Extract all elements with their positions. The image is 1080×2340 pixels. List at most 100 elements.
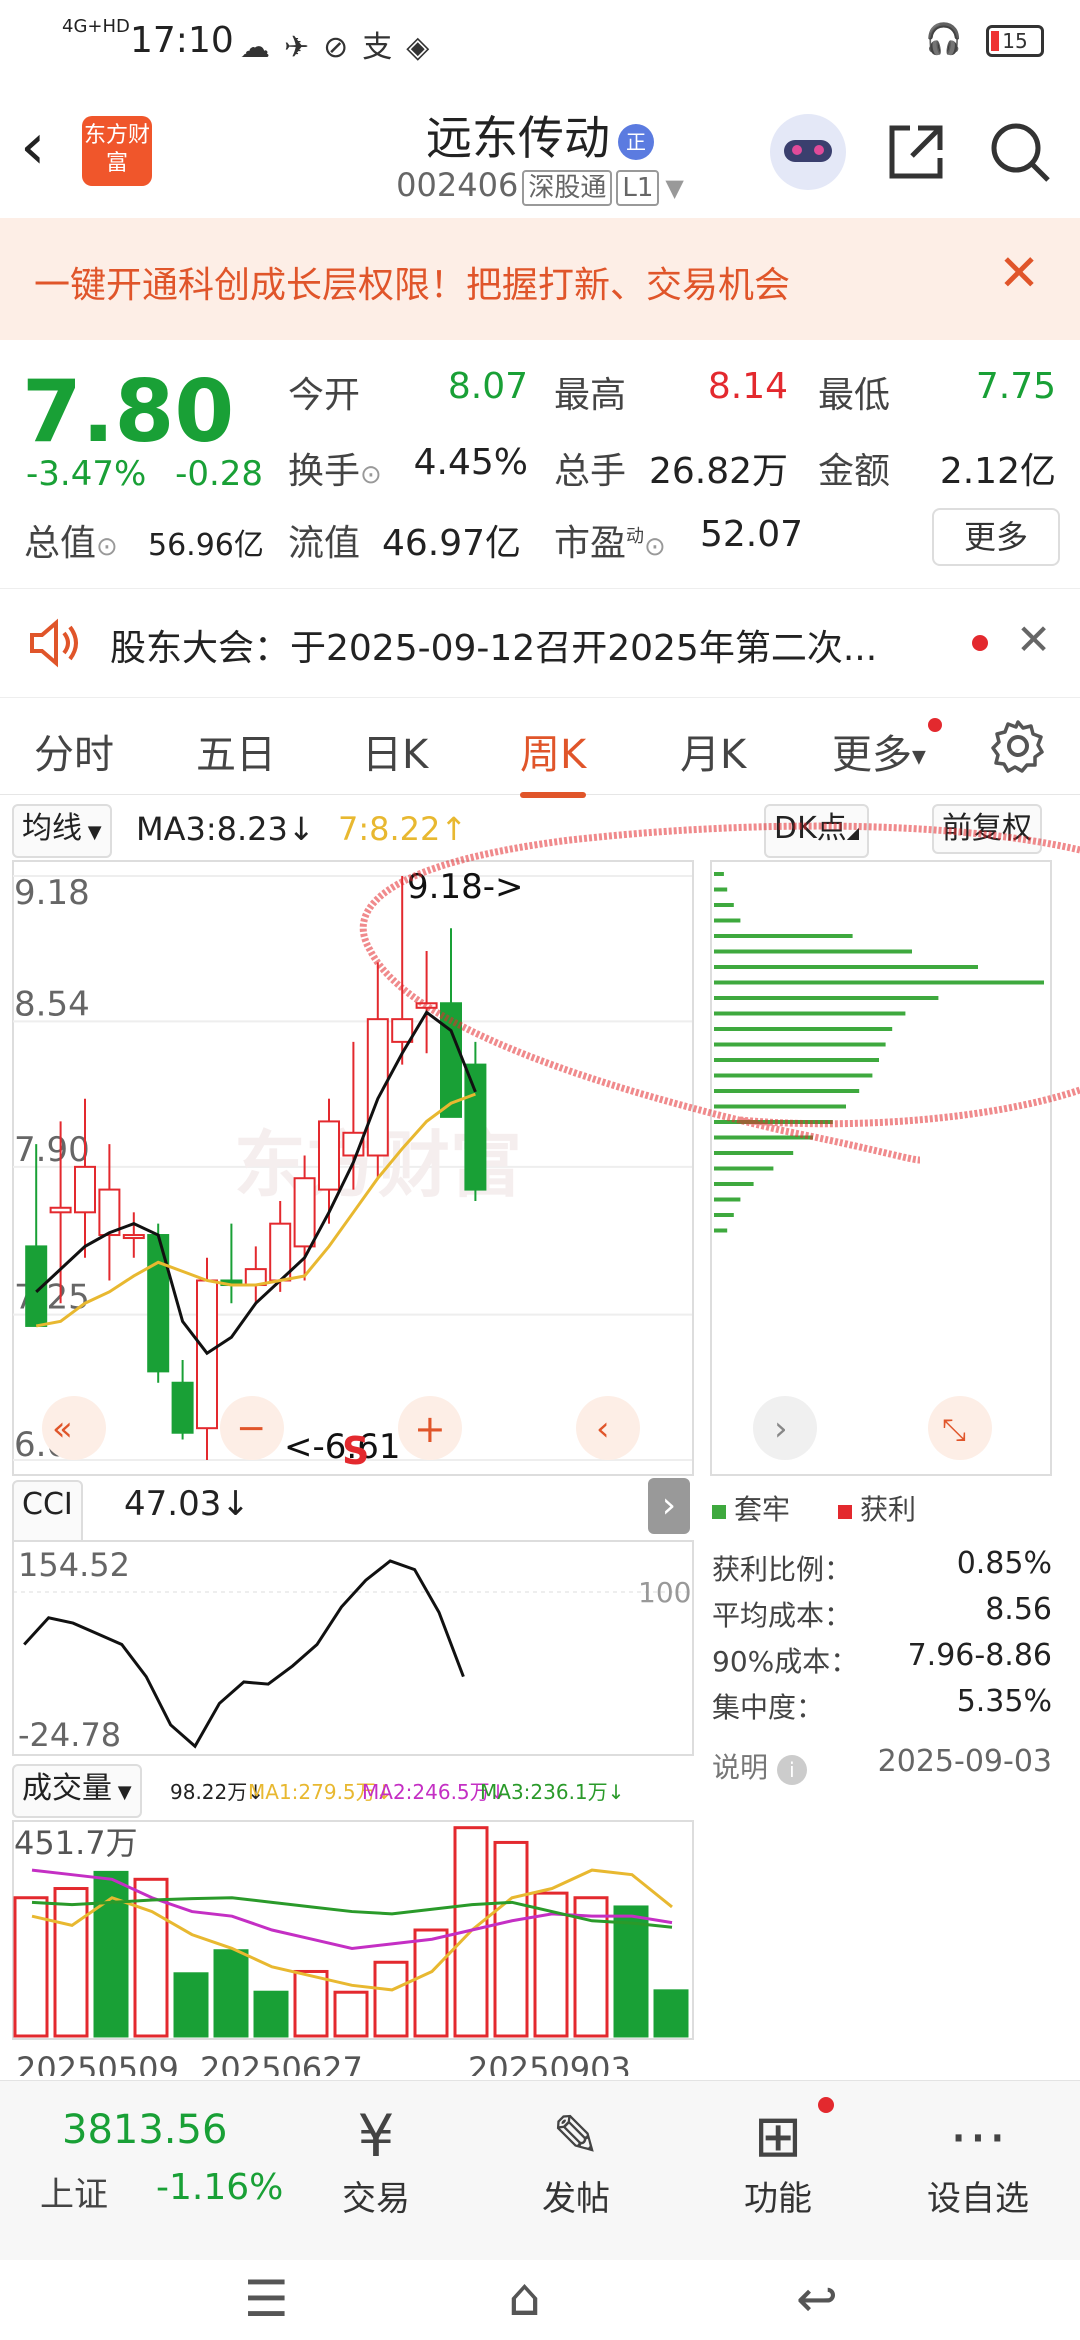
nav-add-watchlist[interactable]: ⋯ 设自选 (908, 2101, 1048, 2220)
yen-cycle-icon: ¥ (357, 2102, 395, 2170)
back-icon[interactable]: ↩ (796, 2270, 838, 2328)
cci-ref-label: 100 (638, 1576, 691, 1609)
avg-cost-label: 平均成本： (712, 1599, 853, 1632)
more-quote-button[interactable]: 更多 (932, 508, 1060, 566)
bottom-nav: 3813.56 上证 -1.16% ¥ 交易 ✎ 发帖 ⊞ 功能 ⋯ 设自选 (0, 2080, 1080, 2261)
high-label: 最高 (554, 375, 627, 416)
unread-dot (972, 635, 988, 651)
volume-selector[interactable]: 成交量 ▼ (12, 1764, 142, 1818)
notice-text: 股东大会：于2025-09-12召开2025年第二次... (110, 628, 878, 669)
volume-ma3: MA3:236.1万↓ (480, 1780, 625, 1804)
info-icon[interactable]: ⊙ (96, 532, 118, 562)
volume-bar (293, 1969, 329, 2038)
hand-drawn-circle (359, 822, 1080, 1164)
volume-bar (253, 1990, 289, 2038)
menu-icon[interactable]: ☰ (244, 2270, 289, 2328)
system-nav-bar: ☰ ⌂ ↩ (0, 2260, 1080, 2340)
sell-signal-marker: S (342, 1429, 369, 1473)
scroll-left-button[interactable]: ‹ (576, 1396, 640, 1460)
period-tabs: 分时 五日 日K 周K 月K 更多▼ (0, 700, 1080, 798)
chevron-down-icon: ▼ (912, 746, 926, 768)
edit-post-icon: ✎ (551, 2102, 601, 2170)
positive-badge: 正 (618, 123, 654, 160)
legend-profit: 获利 (838, 1488, 916, 1528)
y-tick-label: 9.18 (14, 873, 90, 913)
status-time: 17:10 (130, 20, 234, 61)
volume-bar (493, 1840, 529, 2038)
tab-zhouk[interactable]: 周K (520, 722, 587, 798)
open-label: 今开 (288, 375, 361, 416)
svg-text:+: + (414, 1407, 446, 1451)
high-value: 8.14 (707, 366, 788, 407)
date-label-3: 20250903 (468, 2050, 631, 2076)
turnover-label: 换手⊙ (288, 451, 382, 492)
tab-fenshi[interactable]: 分时 (34, 722, 114, 780)
notice-bar[interactable]: 股东大会：于2025-09-12召开2025年第二次... ✕ (0, 588, 1080, 698)
home-icon[interactable]: ⌂ (508, 2268, 541, 2328)
more-dots-icon: ⋯ (949, 2102, 1007, 2170)
close-icon[interactable]: ✕ (998, 244, 1040, 302)
stock-code: 002406 (396, 166, 519, 204)
candle-body (318, 1120, 340, 1191)
profit-ratio-value: 0.85% (956, 1546, 1052, 1581)
volume-bar (373, 1960, 409, 2038)
index-value[interactable]: 3813.56 (62, 2107, 227, 2153)
tab-rik[interactable]: 日K (362, 722, 428, 780)
change-percent: -3.47% (26, 454, 147, 494)
volume-value: 26.82万 (648, 451, 788, 492)
profit-ratio-label: 获利比例： (712, 1553, 853, 1586)
candlestick (147, 1223, 170, 1383)
expand-icon[interactable]: ⤡ (928, 1396, 992, 1460)
info-icon[interactable]: ⊙ (360, 460, 382, 490)
nav-functions[interactable]: ⊞ 功能 (708, 2101, 848, 2220)
battery-icon: 15 (986, 24, 1044, 57)
avg-cost-value: 8.56 (985, 1592, 1052, 1627)
share-icon[interactable] (884, 120, 948, 184)
stock-name: 远东传动 (426, 111, 610, 165)
close-icon[interactable]: ✕ (1016, 615, 1051, 664)
robot-assistant-icon[interactable] (770, 114, 846, 190)
index-change[interactable]: -1.16% (156, 2167, 283, 2208)
volume-chart[interactable]: 451.7万 (12, 1820, 694, 2040)
tab-yuek[interactable]: 月K (680, 722, 746, 780)
ma-selector[interactable]: 均线 ▼ (12, 804, 112, 858)
chevron-right-icon[interactable]: › (648, 1478, 690, 1534)
gear-icon[interactable] (990, 718, 1046, 774)
notification-icons: ☁✈⊘支◈ (240, 30, 444, 65)
scroll-right-button[interactable]: › (753, 1396, 817, 1460)
cost90-value: 7.96-8.86 (907, 1638, 1052, 1673)
index-name[interactable]: 上证 (40, 2167, 108, 2216)
svg-text:«: « (52, 1409, 73, 1449)
float-value: 46.97亿 (382, 523, 522, 564)
info-icon[interactable]: ⊙ (644, 532, 666, 562)
zoom-in-button[interactable]: + (398, 1396, 462, 1460)
status-bar: 4G+HD 17:10 ☁✈⊘支◈ 🎧 15 (0, 0, 1080, 84)
nav-trade[interactable]: ¥ 交易 (306, 2101, 446, 2220)
functions-dot (818, 2097, 834, 2113)
volume-header: 成交量 ▼ 98.22万↓ MA1:279.5万↓ MA2:246.5万↓ MA… (12, 1764, 1072, 1818)
volume-bar (53, 1887, 89, 2038)
tab-wuri[interactable]: 五日 (196, 722, 276, 780)
nav-post[interactable]: ✎ 发帖 (506, 2101, 646, 2220)
y-tick-label: 8.54 (14, 984, 90, 1024)
volume-top-label: 451.7万 (14, 1824, 138, 1862)
candle-body (74, 1165, 96, 1214)
status-right: 🎧 15 (925, 22, 1044, 57)
volume-bar (653, 1989, 689, 2038)
speaker-icon (30, 618, 78, 668)
tab-more[interactable]: 更多▼ (832, 722, 926, 780)
amount-value: 2.12亿 (939, 451, 1056, 492)
y-tick-label: 7.90 (14, 1130, 90, 1170)
volume-bar (413, 1928, 449, 2038)
cci-chart[interactable]: 154.52 -24.78 100 (12, 1540, 694, 1756)
candle-body (49, 1206, 72, 1214)
volume-bar (213, 1949, 249, 2038)
scroll-left-fast-button[interactable]: « (42, 1396, 106, 1460)
candle-body (171, 1381, 194, 1434)
candle-body (98, 1188, 121, 1237)
svg-text:‹: ‹ (596, 1409, 610, 1449)
zoom-out-button[interactable]: − (220, 1396, 284, 1460)
concentration-value: 5.35% (956, 1684, 1052, 1719)
promo-banner[interactable]: 一键开通科创成长层权限！把握打新、交易机会 ✕ (0, 218, 1080, 340)
search-icon[interactable] (988, 120, 1052, 184)
